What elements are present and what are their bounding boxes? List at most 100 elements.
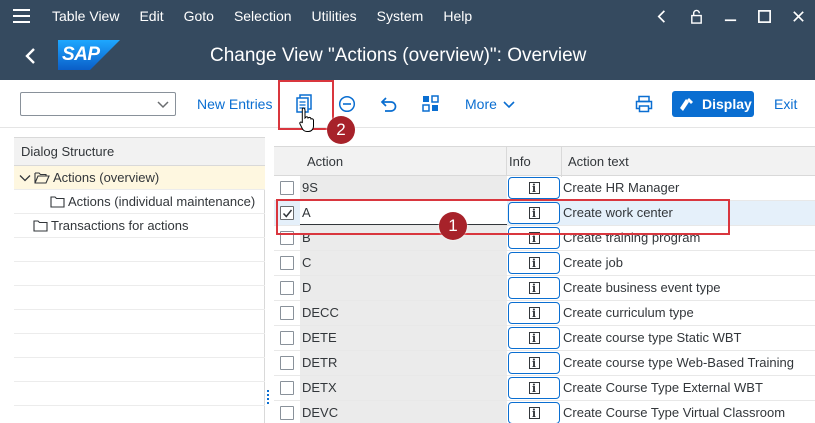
info-button[interactable]: i	[508, 302, 560, 324]
annotation-highlight-row	[276, 199, 730, 235]
menu-help[interactable]: Help	[433, 0, 482, 32]
menu-bar: Table View Edit Goto Selection Utilities…	[0, 0, 815, 32]
display-button[interactable]: Display	[672, 91, 754, 117]
chevron-down-icon[interactable]	[19, 172, 31, 184]
folder-icon	[50, 195, 65, 208]
more-button[interactable]: More	[465, 96, 497, 112]
info-icon: i	[528, 282, 540, 294]
menu-system[interactable]: System	[367, 0, 434, 32]
panel-splitter-handle[interactable]	[267, 390, 270, 406]
minimize-icon[interactable]	[713, 0, 747, 32]
table-row[interactable]: C i Create job	[274, 251, 815, 276]
chevron-left-icon[interactable]	[645, 0, 679, 32]
info-icon: i	[528, 257, 540, 269]
info-icon: i	[528, 182, 540, 194]
print-icon[interactable]	[632, 92, 656, 116]
action-cell[interactable]: DEVC	[300, 401, 507, 423]
action-text-cell: Create curriculum type	[563, 305, 694, 320]
column-header-info[interactable]: Info	[509, 147, 531, 176]
chevron-down-icon[interactable]	[502, 97, 516, 111]
glasses-icon	[680, 98, 693, 111]
action-text-cell: Create job	[563, 255, 623, 270]
exit-button[interactable]: Exit	[774, 96, 797, 112]
menu-items: Table View Edit Goto Selection Utilities…	[42, 0, 482, 32]
info-button[interactable]: i	[508, 277, 560, 299]
table-row[interactable]: DETX i Create Course Type External WBT	[274, 376, 815, 401]
tree-empty-row	[14, 358, 265, 382]
info-button[interactable]: i	[508, 252, 560, 274]
info-button[interactable]: i	[508, 352, 560, 374]
maximize-icon[interactable]	[747, 0, 781, 32]
folder-icon	[33, 219, 48, 232]
table-row[interactable]: DETE i Create course type Static WBT	[274, 326, 815, 351]
display-button-label: Display	[702, 96, 752, 112]
row-checkbox[interactable]	[280, 406, 294, 420]
delete-minus-icon[interactable]	[335, 92, 359, 116]
table-row[interactable]: D i Create business event type	[274, 276, 815, 301]
window-controls	[645, 0, 815, 32]
info-button[interactable]: i	[508, 177, 560, 199]
actions-table: Action Info Action text 9S i Create HR M…	[274, 146, 815, 423]
sap-logo: SAP	[58, 40, 120, 70]
action-cell[interactable]: DECC	[300, 301, 507, 325]
row-checkbox[interactable]	[280, 256, 294, 270]
tree-empty-row	[14, 310, 265, 334]
tree-item-actions-overview[interactable]: Actions (overview)	[14, 166, 265, 190]
tree-empty-row	[14, 382, 265, 406]
tree-empty-row	[14, 238, 265, 262]
info-icon: i	[528, 407, 540, 419]
table-row[interactable]: DETR i Create course type Web-Based Trai…	[274, 351, 815, 376]
tree-empty-row	[14, 262, 265, 286]
close-icon[interactable]	[781, 0, 815, 32]
tree-item-label: Transactions for actions	[51, 218, 189, 233]
row-checkbox[interactable]	[280, 306, 294, 320]
row-checkbox[interactable]	[280, 356, 294, 370]
lock-icon[interactable]	[679, 0, 713, 32]
action-cell[interactable]: D	[300, 276, 507, 300]
menu-utilities[interactable]: Utilities	[302, 0, 367, 32]
sap-logo-text: SAP	[62, 44, 100, 65]
row-checkbox[interactable]	[280, 381, 294, 395]
column-separator[interactable]	[561, 147, 562, 177]
open-folder-icon	[34, 171, 50, 184]
column-separator[interactable]	[506, 147, 507, 177]
title-bar: SAP Change View "Actions (overview)": Ov…	[0, 32, 815, 80]
hamburger-menu-icon[interactable]	[0, 0, 42, 32]
table-row[interactable]: DECC i Create curriculum type	[274, 301, 815, 326]
table-row[interactable]: 9S i Create HR Manager	[274, 176, 815, 201]
action-cell[interactable]: DETE	[300, 326, 507, 350]
undo-icon[interactable]	[377, 92, 401, 116]
table-header: Action Info Action text	[274, 146, 815, 177]
back-arrow-icon[interactable]	[14, 42, 48, 70]
info-icon: i	[528, 307, 540, 319]
info-button[interactable]: i	[508, 377, 560, 399]
row-checkbox[interactable]	[280, 281, 294, 295]
action-cell[interactable]: DETR	[300, 351, 507, 375]
row-checkbox[interactable]	[280, 181, 294, 195]
chevron-down-icon	[157, 101, 169, 109]
info-icon: i	[528, 382, 540, 394]
action-text-cell: Create course type Static WBT	[563, 330, 742, 345]
action-cell[interactable]: C	[300, 251, 507, 275]
action-cell[interactable]: DETX	[300, 376, 507, 400]
variant-select[interactable]	[20, 92, 176, 116]
info-icon: i	[528, 332, 540, 344]
annotation-badge-1: 1	[439, 212, 467, 240]
select-all-icon[interactable]	[419, 92, 443, 116]
tree-item-transactions[interactable]: Transactions for actions	[14, 214, 265, 238]
menu-table-view[interactable]: Table View	[42, 0, 129, 32]
action-text-cell: Create Course Type External WBT	[563, 380, 763, 395]
menu-edit[interactable]: Edit	[129, 0, 173, 32]
action-cell[interactable]: 9S	[300, 176, 507, 200]
menu-selection[interactable]: Selection	[224, 0, 302, 32]
menu-goto[interactable]: Goto	[174, 0, 224, 32]
action-text-cell: Create Course Type Virtual Classroom	[563, 405, 786, 420]
column-header-action-text[interactable]: Action text	[568, 147, 629, 176]
info-button[interactable]: i	[508, 327, 560, 349]
tree-item-actions-individual[interactable]: Actions (individual maintenance)	[14, 190, 265, 214]
table-row[interactable]: DEVC i Create Course Type Virtual Classr…	[274, 401, 815, 423]
column-header-action[interactable]: Action	[307, 147, 343, 176]
new-entries-button[interactable]: New Entries	[197, 96, 272, 112]
info-button[interactable]: i	[508, 402, 560, 423]
row-checkbox[interactable]	[280, 331, 294, 345]
